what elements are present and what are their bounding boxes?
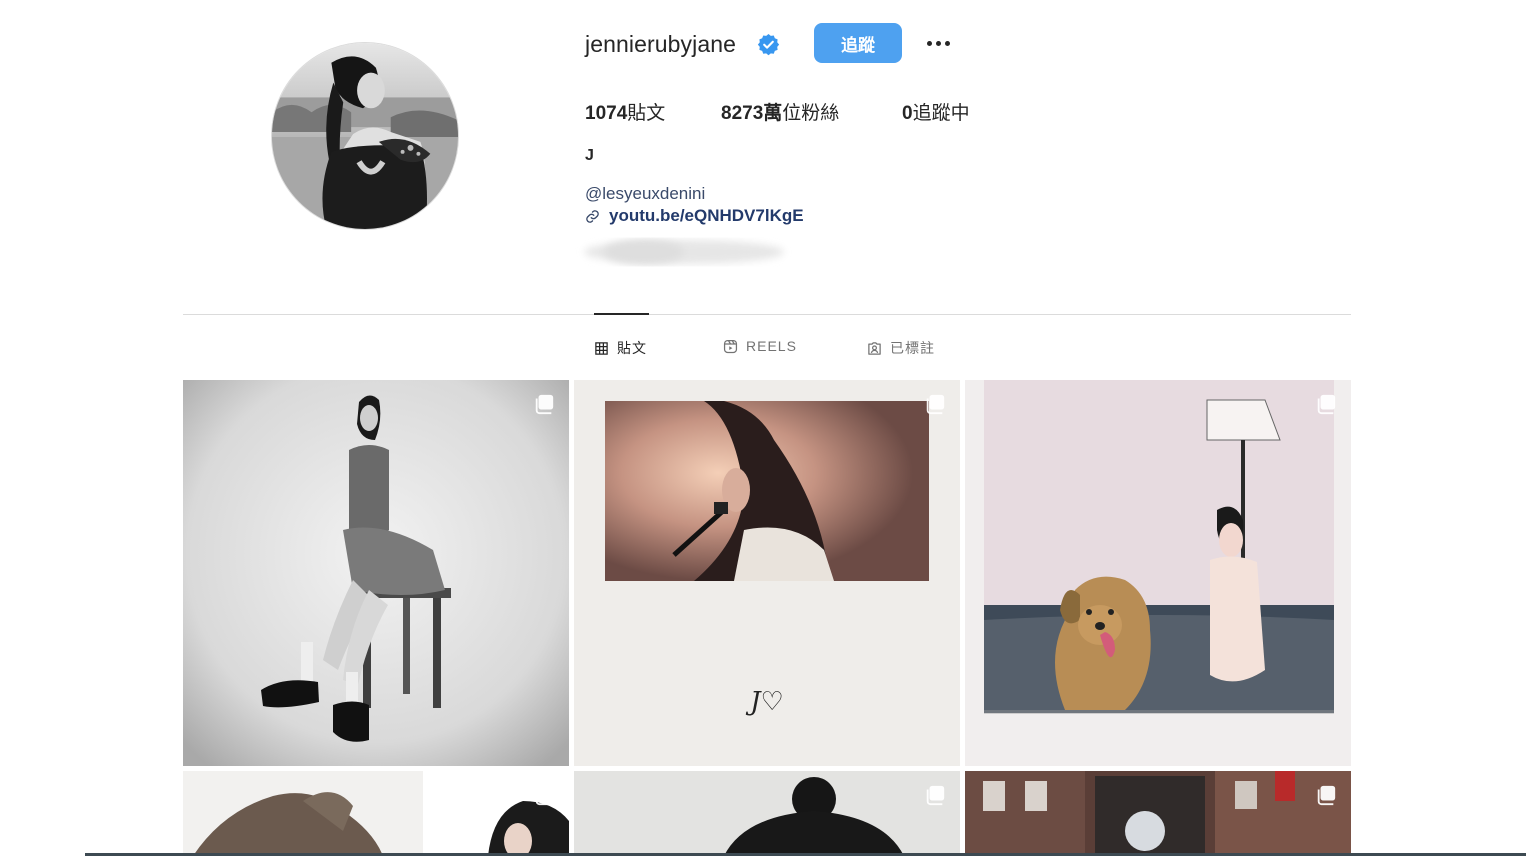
tagged-icon [868, 341, 881, 355]
tab-tagged[interactable]: 已標註 [867, 338, 935, 358]
post-tile[interactable] [183, 771, 569, 856]
bio-name: J [585, 147, 594, 164]
following-count-label: 追蹤中 [912, 102, 970, 124]
multi-post-icon [535, 394, 554, 415]
followers-count-label: 位粉絲 [782, 102, 840, 124]
bio-mention-link[interactable]: @lesyeuxdenini [585, 184, 705, 204]
followers-count-value: 8273萬 [721, 103, 783, 124]
tab-reels[interactable]: REELS [723, 338, 797, 354]
post-tile[interactable] [965, 380, 1351, 766]
post-tile[interactable] [183, 380, 569, 766]
multi-post-icon [1317, 394, 1336, 415]
tab-posts-label: 貼文 [617, 341, 647, 357]
follow-button[interactable]: 追蹤 [814, 23, 902, 63]
more-options-icon[interactable] [920, 30, 956, 56]
multi-post-icon [926, 785, 945, 806]
multi-post-icon [535, 785, 554, 806]
active-tab-indicator [594, 313, 649, 315]
tab-posts[interactable]: 貼文 [594, 338, 647, 358]
post-tile[interactable]: J♡ [574, 380, 960, 766]
tab-reels-label: REELS [746, 338, 797, 354]
verified-badge-icon [757, 33, 780, 56]
post-tile[interactable] [574, 771, 960, 856]
followers-count[interactable]: 8273萬位粉絲 [721, 98, 839, 125]
post-image [183, 380, 569, 766]
following-count[interactable]: 0追蹤中 [902, 98, 970, 125]
bio-external-link[interactable]: youtu.be/eQNHDV7lKgE [609, 206, 804, 226]
tabs-divider [183, 314, 1351, 315]
reels-icon [723, 339, 738, 353]
redacted-blur [584, 240, 784, 264]
post-image [965, 771, 1351, 856]
post-caption-text: J♡ [750, 687, 784, 717]
posts-count-label: 貼文 [627, 102, 666, 124]
posts-count: 1074貼文 [585, 98, 665, 125]
tab-tagged-label: 已標註 [890, 341, 935, 357]
posts-count-value: 1074 [585, 103, 628, 124]
multi-post-icon [1317, 785, 1336, 806]
post-image [183, 771, 569, 856]
link-icon [586, 210, 599, 223]
post-image [965, 380, 1351, 766]
post-tile[interactable] [965, 771, 1351, 856]
profile-username: jennierubyjane [585, 31, 737, 57]
profile-avatar[interactable] [271, 42, 459, 230]
post-image [574, 771, 960, 856]
grid-icon [595, 341, 608, 355]
following-count-value: 0 [902, 103, 913, 124]
avatar-image [272, 43, 458, 229]
multi-post-icon [926, 394, 945, 415]
